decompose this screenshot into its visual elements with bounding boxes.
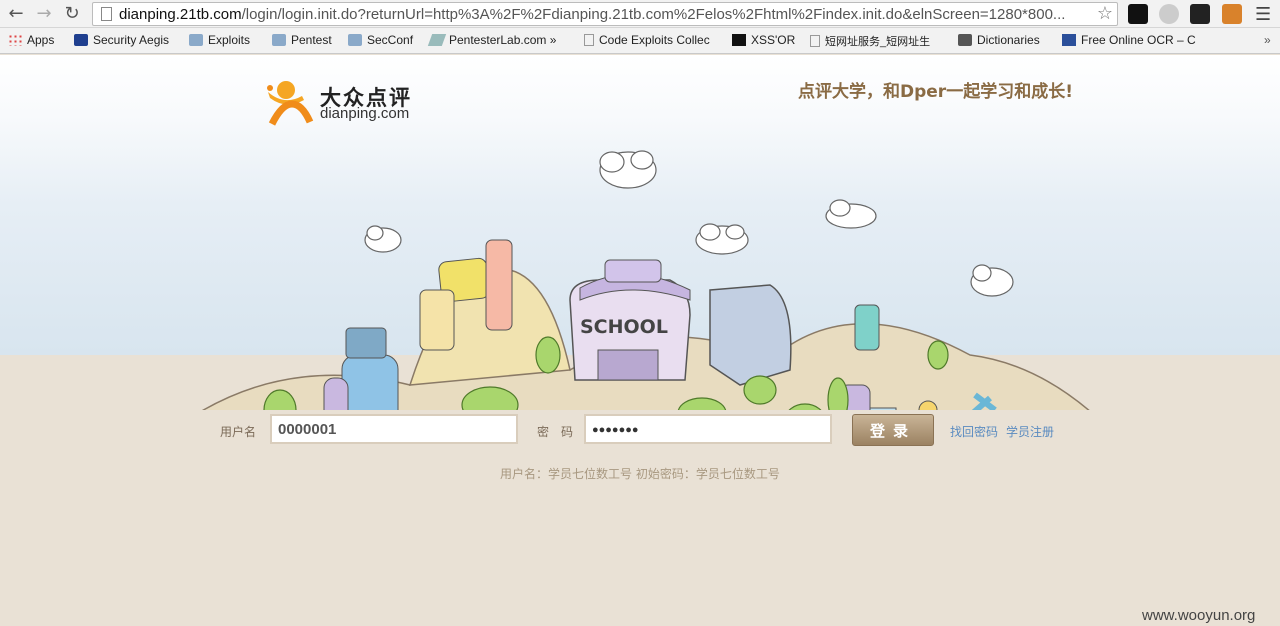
folder-icon: [189, 34, 203, 46]
school-gate-shape: [597, 349, 659, 381]
login-button[interactable]: 登录: [852, 414, 934, 446]
slogan: 点评大学，和Dper一起学习和成长!: [798, 82, 1073, 102]
bookmark-ocr[interactable]: Free Online OCR – C: [1062, 33, 1196, 47]
extension-globe-icon[interactable]: [1159, 4, 1179, 24]
school-sign: SCHOOL: [580, 316, 668, 338]
ocr-icon: [1062, 34, 1076, 46]
building-shape: [341, 354, 399, 410]
forward-arrow-icon[interactable]: →: [34, 4, 54, 24]
bookmarks-bar: Apps Security Aegis Exploits Pentest Sec…: [0, 28, 1280, 54]
page-icon: [101, 7, 112, 21]
extension-ninja-icon[interactable]: [1190, 4, 1210, 24]
cloud-icon: [970, 264, 1014, 297]
forgot-password-link[interactable]: 找回密码: [950, 423, 998, 440]
bookmark-xssor[interactable]: XSS'OR: [732, 33, 795, 47]
dictionary-icon: [958, 34, 972, 46]
menu-icon[interactable]: ☰: [1255, 4, 1271, 25]
xss-icon: [732, 34, 746, 46]
pencil-icon: [427, 34, 447, 46]
dianping-logo: 大众点评 dianping.com: [262, 78, 442, 128]
login-page: 大众点评 dianping.com 点评大学，和Dper一起学习和成长! SCH…: [0, 55, 1280, 626]
bookmark-dictionaries[interactable]: Dictionaries: [958, 33, 1040, 47]
watermark: www.wooyun.org: [1142, 607, 1256, 624]
password-label: 密 码: [537, 425, 574, 439]
bookmark-pentesterlab[interactable]: PentesterLab.com »: [427, 33, 556, 47]
page-icon: [584, 34, 594, 46]
login-hint: 用户名：学员七位数工号 初始密码：学员七位数工号: [500, 467, 780, 481]
password-field[interactable]: ●●●●●●●: [584, 414, 832, 444]
username-field[interactable]: 0000001: [270, 414, 518, 444]
apps-grid-icon: [8, 34, 22, 46]
browser-toolbar: ← → ↻ dianping.21tb.com/login/login.init…: [0, 0, 1280, 28]
reload-icon[interactable]: ↻: [62, 4, 82, 24]
building-shape: [854, 304, 880, 351]
login-form: 用户名 0000001 密 码 ●●●●●●● 登录 找回密码 学员注册: [0, 412, 1280, 446]
folder-icon: [348, 34, 362, 46]
username-label: 用户名: [220, 425, 257, 439]
bookmark-code-exploits[interactable]: Code Exploits Collec: [584, 33, 710, 47]
bookmark-pentest[interactable]: Pentest: [272, 33, 332, 47]
building-shape: [485, 239, 513, 331]
logo-figure-icon: [267, 81, 314, 126]
register-link[interactable]: 学员注册: [1006, 423, 1054, 440]
campus-illustration: SCHOOL: [202, 150, 1090, 410]
cloud-icon: [695, 223, 749, 255]
cloud-icon: [825, 199, 877, 229]
url-text: dianping.21tb.com/login/login.init.do?re…: [119, 6, 1066, 23]
bookmark-star-icon[interactable]: ☆: [1097, 3, 1113, 24]
address-bar[interactable]: dianping.21tb.com/login/login.init.do?re…: [92, 2, 1118, 26]
extension-mask-icon[interactable]: [1128, 4, 1148, 24]
folder-icon: [272, 34, 286, 46]
building-shape: [869, 407, 897, 410]
bookmark-security-aegis[interactable]: Security Aegis: [74, 33, 169, 47]
bookmark-secconf[interactable]: SecConf: [348, 33, 413, 47]
bookmarks-overflow-icon[interactable]: »: [1264, 33, 1271, 47]
bookmark-apps[interactable]: Apps: [8, 33, 54, 47]
back-arrow-icon[interactable]: ←: [6, 4, 26, 24]
bookmark-short-url[interactable]: 短网址服务_短网址生: [810, 33, 930, 49]
building-shape: [709, 284, 792, 386]
shield-icon: [74, 34, 88, 46]
building-shape: [323, 377, 349, 410]
bookmark-exploits[interactable]: Exploits: [189, 33, 250, 47]
cloud-icon: [599, 150, 657, 189]
cloud-icon: [364, 225, 402, 253]
page-icon: [810, 35, 820, 47]
logo-english-text: dianping.com: [320, 105, 410, 122]
extension-k-icon[interactable]: [1222, 4, 1242, 24]
school-tower-shape: [604, 259, 662, 283]
building-shape: [345, 327, 387, 359]
building-shape: [419, 289, 455, 351]
